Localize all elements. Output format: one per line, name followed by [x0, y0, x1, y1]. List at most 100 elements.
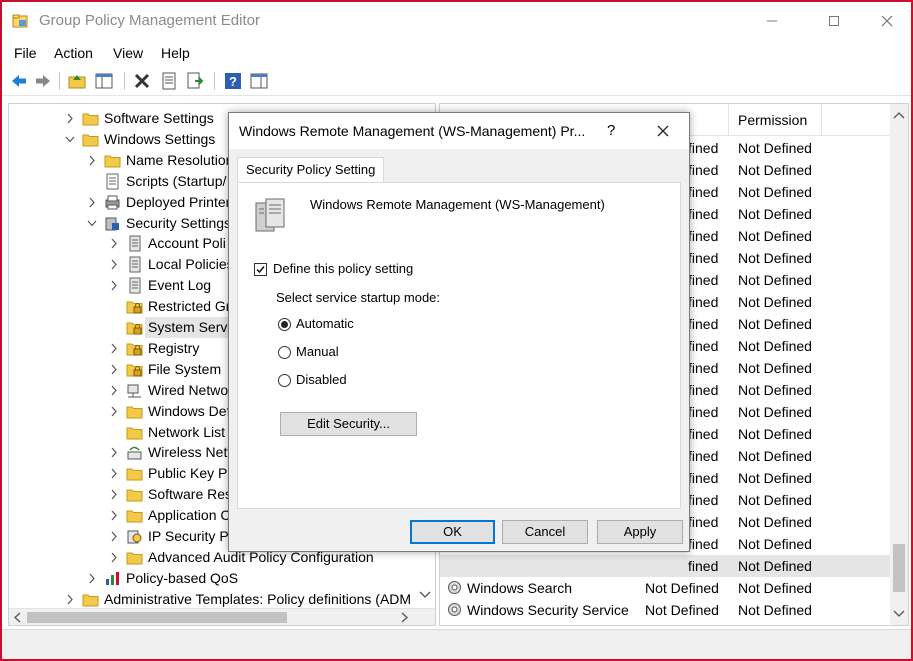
- menu-help[interactable]: Help: [161, 45, 190, 61]
- title-bar: Group Policy Management Editor: [2, 2, 911, 40]
- expand-chevron-icon[interactable]: [108, 463, 120, 484]
- cancel-button[interactable]: Cancel: [502, 520, 588, 544]
- startup-cell: fined: [688, 228, 719, 244]
- startup-cell: Not Defined: [645, 621, 719, 625]
- horizontal-scrollbar[interactable]: [9, 608, 435, 625]
- service-name-cell: Windows Search: [467, 580, 573, 596]
- show-action-pane-icon[interactable]: [250, 72, 268, 90]
- radio-disabled-label[interactable]: Disabled: [296, 372, 347, 387]
- edit-security-button[interactable]: Edit Security...: [280, 412, 417, 436]
- printer-icon: [104, 194, 121, 211]
- permission-cell: Not Defined: [738, 338, 812, 354]
- folder-icon: [104, 152, 121, 169]
- expand-chevron-icon[interactable]: [108, 505, 120, 526]
- dialog-close-button[interactable]: [646, 119, 680, 143]
- expand-chevron-icon[interactable]: [108, 233, 120, 254]
- list-row[interactable]: Windows Search Not Defined Not Defined: [440, 577, 890, 599]
- show-hide-tree-icon[interactable]: [95, 72, 113, 90]
- list-row[interactable]: Windows Time Not Defined Not Defined: [440, 621, 890, 625]
- list-row[interactable]: Windows Security Service Not Defined Not D…: [440, 599, 890, 621]
- define-policy-checkbox[interactable]: [254, 263, 267, 276]
- tree-item-label: Wired Netwo: [148, 381, 229, 398]
- dialog-help-button[interactable]: ?: [607, 122, 615, 139]
- expand-chevron-icon[interactable]: [64, 108, 76, 129]
- status-bar: [2, 629, 911, 659]
- menu-action[interactable]: Action: [54, 45, 93, 61]
- folder-icon: [126, 424, 143, 441]
- expand-chevron-icon[interactable]: [108, 526, 120, 547]
- startup-cell: fined: [688, 536, 719, 552]
- startup-cell: fined: [688, 294, 719, 310]
- expand-chevron-icon[interactable]: [108, 401, 120, 422]
- close-button[interactable]: [864, 2, 910, 40]
- permission-cell: Not Defined: [738, 206, 812, 222]
- expand-chevron-icon[interactable]: [108, 275, 120, 296]
- scrollbar-thumb[interactable]: [27, 612, 287, 623]
- scrollbar-thumb[interactable]: [893, 544, 905, 592]
- tree-item-label: Account Poli: [148, 235, 226, 252]
- main-window: Group Policy Management Editor File Acti…: [0, 0, 913, 661]
- tree-item-label: Software Res: [148, 486, 233, 503]
- permission-cell: Not Defined: [738, 360, 812, 376]
- tree-item-label: Software Settings: [104, 110, 214, 126]
- expand-chevron-icon[interactable]: [86, 192, 98, 213]
- expand-chevron-icon[interactable]: [86, 150, 98, 171]
- scroll-left-icon[interactable]: [13, 612, 23, 623]
- expand-chevron-icon[interactable]: [108, 380, 120, 401]
- back-icon[interactable]: [10, 72, 28, 90]
- properties-icon[interactable]: [160, 72, 178, 90]
- tree-item-label: Network List: [148, 423, 226, 440]
- tree-item-label: Registry: [148, 339, 200, 356]
- tab-security-policy-setting[interactable]: Security Policy Setting: [237, 157, 385, 183]
- radio-automatic-label[interactable]: Automatic: [296, 316, 354, 331]
- security-settings-icon: [104, 215, 121, 232]
- toolbar-separator: [214, 72, 215, 90]
- expand-chevron-icon[interactable]: [108, 338, 120, 359]
- radio-disabled[interactable]: [278, 374, 291, 387]
- service-gear-icon: [446, 601, 463, 618]
- ok-button[interactable]: OK: [410, 520, 495, 544]
- permission-cell: Not Defined: [738, 316, 812, 332]
- expand-chevron-icon[interactable]: [108, 254, 120, 275]
- collapse-chevron-icon[interactable]: [64, 129, 76, 150]
- radio-automatic[interactable]: [278, 318, 291, 331]
- scroll-right-icon[interactable]: [399, 612, 409, 623]
- minimize-button[interactable]: [749, 2, 795, 40]
- startup-cell: fined: [688, 492, 719, 508]
- help-icon[interactable]: ?: [224, 72, 242, 90]
- radio-manual[interactable]: [278, 346, 291, 359]
- permission-cell: Not Defined: [738, 580, 812, 596]
- permission-cell: Not Defined: [738, 272, 812, 288]
- scroll-down-icon[interactable]: [893, 609, 905, 619]
- permission-cell: Not Defined: [738, 184, 812, 200]
- wireless-icon: [126, 444, 143, 461]
- expand-chevron-icon[interactable]: [64, 589, 76, 610]
- permission-cell: Not Defined: [738, 426, 812, 442]
- define-policy-label[interactable]: Define this policy setting: [273, 261, 413, 276]
- toolbar-separator: [59, 72, 60, 90]
- column-permission[interactable]: Permission: [738, 112, 807, 128]
- forward-icon[interactable]: [34, 72, 52, 90]
- scroll-up-icon[interactable]: [893, 110, 905, 120]
- menu-file[interactable]: File: [14, 45, 37, 61]
- expand-chevron-icon[interactable]: [108, 547, 120, 568]
- collapse-chevron-icon[interactable]: [86, 213, 98, 234]
- scroll-down-icon[interactable]: [419, 590, 431, 600]
- qos-icon: [104, 570, 121, 587]
- tree-item-label: Local Policies: [148, 256, 234, 273]
- apply-button[interactable]: Apply: [597, 520, 683, 544]
- export-list-icon[interactable]: [186, 72, 204, 90]
- delete-icon[interactable]: [133, 72, 151, 90]
- maximize-button[interactable]: [811, 2, 857, 40]
- menu-view[interactable]: View: [113, 45, 143, 61]
- vertical-scrollbar[interactable]: [890, 104, 908, 625]
- expand-chevron-icon[interactable]: [86, 568, 98, 589]
- radio-manual-label[interactable]: Manual: [296, 344, 339, 359]
- expand-chevron-icon[interactable]: [108, 359, 120, 380]
- up-folder-icon[interactable]: [68, 72, 86, 90]
- expand-chevron-icon[interactable]: [108, 484, 120, 505]
- tree-item-label: Wireless Netv: [148, 444, 235, 461]
- permission-cell: Not Defined: [738, 448, 812, 464]
- expand-chevron-icon[interactable]: [108, 442, 120, 463]
- list-row[interactable]: fined Not Defined: [440, 555, 890, 577]
